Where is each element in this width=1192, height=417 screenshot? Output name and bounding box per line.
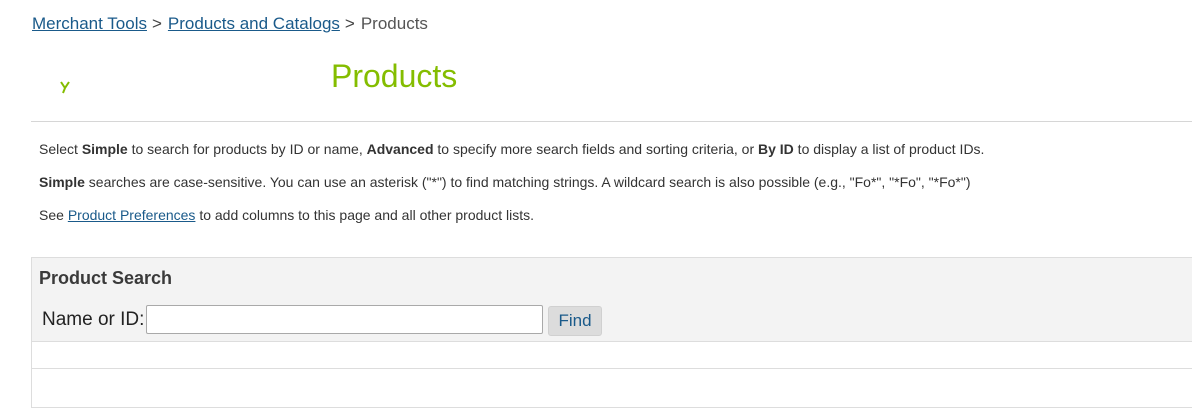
product-preferences-link[interactable]: Product Preferences <box>68 207 196 223</box>
help-text-by-id: By ID <box>758 141 794 157</box>
help-text-advanced: Advanced <box>366 141 434 157</box>
breadcrumb-separator: > <box>151 14 162 33</box>
clipped-heading-fragment-icon <box>58 80 72 94</box>
help-text: searches are case-sensitive. You can use… <box>84 174 971 190</box>
help-text-case-sensitivity: Simple searches are case-sensitive. You … <box>39 173 971 191</box>
page-title: Products <box>331 58 458 94</box>
help-text: See <box>39 207 68 223</box>
breadcrumb: Merchant Tools > Products and Catalogs > Pro… <box>32 14 428 34</box>
help-text: to add columns to this page and all othe… <box>195 207 534 223</box>
help-text: to specify more search fields and sortin… <box>433 141 758 157</box>
help-text: to search for products by ID or name, <box>127 141 367 157</box>
product-search-panel: Product Search Name or ID: Find <box>31 257 1192 408</box>
breadcrumb-products-and-catalogs-link[interactable]: Products and Catalogs <box>168 14 340 33</box>
header-divider <box>31 121 1192 122</box>
help-text-search-modes: Select Simple to search for products by … <box>39 140 984 158</box>
breadcrumb-current: Products <box>360 14 428 33</box>
help-text-preferences: See Product Preferences to add columns t… <box>39 206 534 224</box>
product-search-title: Product Search <box>39 268 173 288</box>
help-text: Select <box>39 141 82 157</box>
find-button[interactable]: Find <box>548 306 602 336</box>
name-or-id-label: Name or ID: <box>42 309 145 330</box>
help-text-simple: Simple <box>81 141 128 157</box>
name-or-id-input[interactable] <box>146 305 543 334</box>
product-search-header: Product Search Name or ID: Find <box>32 258 1192 342</box>
breadcrumb-merchant-tools-link[interactable]: Merchant Tools <box>32 14 147 33</box>
help-text: to display a list of product IDs. <box>793 141 985 157</box>
search-results-divider <box>32 368 1192 369</box>
help-text-simple: Simple <box>39 174 85 190</box>
breadcrumb-separator: > <box>344 14 355 33</box>
